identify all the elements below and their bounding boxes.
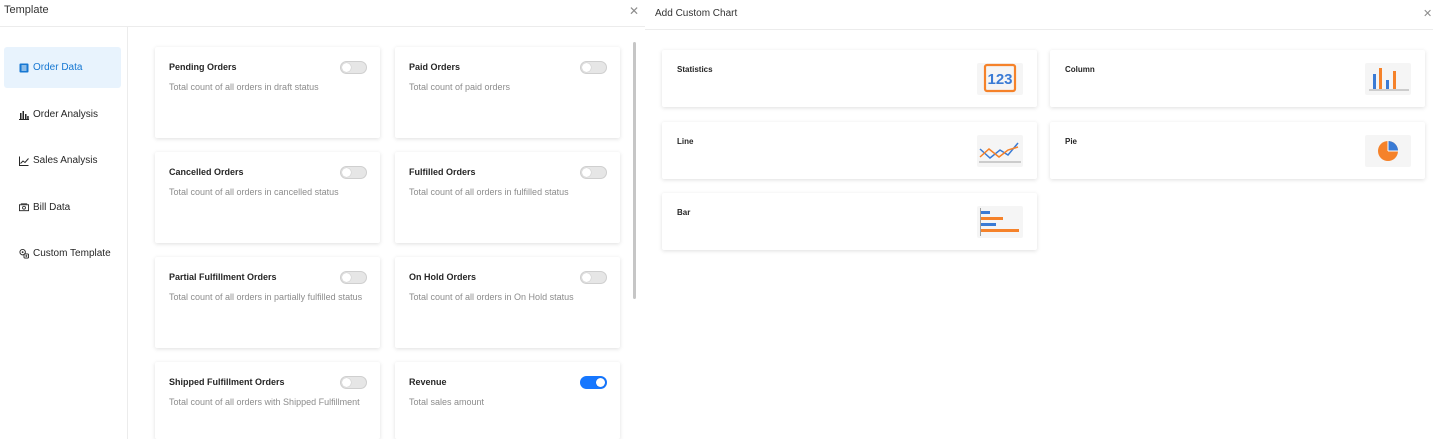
card-title: Cancelled Orders [169,167,244,177]
line-chart-icon [977,135,1023,167]
pending-orders-toggle[interactable] [340,61,367,74]
template-panel: Template ✕ Order Data Order Analysis Sal… [0,0,645,439]
add-custom-chart-panel: Add Custom Chart ✕ Statistics 123 Column… [645,0,1433,439]
sidebar-item-order-analysis[interactable]: Order Analysis [4,94,121,135]
add-custom-chart-header: Add Custom Chart ✕ [645,0,1433,30]
card-description: Total count of paid orders [409,82,511,92]
cancelled-orders-toggle[interactable] [340,166,367,179]
sidebar-item-label: Sales Analysis [33,155,98,166]
card-title: Revenue [409,377,447,387]
statistics-icon-text: 123 [987,71,1012,88]
chart-option-label: Statistics [677,65,713,74]
chart-option-statistics[interactable]: Statistics 123 [662,50,1037,107]
pie-chart-icon [1365,135,1411,167]
toggle-knob [342,63,351,72]
sidebar-item-bill-data[interactable]: Bill Data [4,187,121,228]
card-description: Total count of all orders in partially f… [169,292,363,302]
card-title: On Hold Orders [409,272,477,282]
toggle-knob [582,168,591,177]
template-card-on-hold-orders: On Hold Orders Total count of all orders… [395,257,620,348]
statistics-123-icon: 123 [977,63,1023,95]
line-chart-icon [19,156,29,166]
card-title: Pending Orders [169,62,237,72]
toggle-knob [342,273,351,282]
card-description: Total count of all orders in On Hold sta… [409,292,574,302]
chart-option-label: Line [677,137,694,146]
template-header: Template ✕ [0,0,645,27]
template-card-paid-orders: Paid Orders Total count of paid orders [395,47,620,138]
template-card-grid: Pending Orders Total count of all orders… [127,27,637,439]
sidebar-item-order-data[interactable]: Order Data [4,47,121,88]
bill-icon [19,203,29,213]
template-card-pending-orders: Pending Orders Total count of all orders… [155,47,380,138]
toggle-knob [342,378,351,387]
card-title: Fulfilled Orders [409,167,476,177]
chart-option-pie[interactable]: Pie [1050,122,1425,179]
bar-chart-icon [19,110,29,120]
chart-option-line[interactable]: Line [662,122,1037,179]
sidebar-item-label: Bill Data [33,202,71,213]
partial-fulfillment-orders-toggle[interactable] [340,271,367,284]
sidebar-item-custom-template[interactable]: Custom Template [4,233,121,274]
paid-orders-toggle[interactable] [580,61,607,74]
toggle-knob [596,378,605,387]
column-chart-icon [1365,63,1411,95]
fulfilled-orders-toggle[interactable] [580,166,607,179]
chart-option-label: Bar [677,208,691,217]
card-description: Total count of all orders in cancelled s… [169,187,339,197]
template-title: Template [4,4,49,16]
toggle-knob [582,273,591,282]
toggle-knob [342,168,351,177]
card-description: Total count of all orders in draft statu… [169,82,319,92]
revenue-toggle[interactable] [580,376,607,389]
chart-option-label: Column [1065,65,1095,74]
add-custom-chart-title: Add Custom Chart [655,8,738,19]
card-title: Paid Orders [409,62,461,72]
template-card-fulfilled-orders: Fulfilled Orders Total count of all orde… [395,152,620,243]
sidebar-item-sales-analysis[interactable]: Sales Analysis [4,140,121,181]
list-icon [19,63,29,73]
card-title: Shipped Fulfillment Orders [169,377,285,387]
card-title: Partial Fulfillment Orders [169,272,277,282]
toggle-knob [582,63,591,72]
template-sidebar: Order Data Order Analysis Sales Analysis… [0,27,128,439]
custom-template-icon [19,248,29,259]
sidebar-item-label: Custom Template [33,248,111,259]
chart-option-column[interactable]: Column [1050,50,1425,107]
template-card-shipped-fulfillment-orders: Shipped Fulfillment Orders Total count o… [155,362,380,439]
sidebar-item-label: Order Data [33,62,83,73]
bar-chart-icon [977,206,1023,238]
template-card-cancelled-orders: Cancelled Orders Total count of all orde… [155,152,380,243]
card-description: Total count of all orders in fulfilled s… [409,187,569,197]
on-hold-orders-toggle[interactable] [580,271,607,284]
chart-option-bar[interactable]: Bar [662,193,1037,250]
chart-option-label: Pie [1065,137,1078,146]
template-close-icon[interactable]: ✕ [629,5,639,17]
card-description: Total count of all orders with Shipped F… [169,397,360,407]
template-card-revenue: Revenue Total sales amount [395,362,620,439]
sidebar-item-label: Order Analysis [33,109,99,120]
add-custom-chart-close-icon[interactable]: ✕ [1423,8,1432,20]
cards-scrollbar[interactable] [633,42,636,299]
card-description: Total sales amount [409,397,485,407]
shipped-fulfillment-orders-toggle[interactable] [340,376,367,389]
template-card-partial-fulfillment-orders: Partial Fulfillment Orders Total count o… [155,257,380,348]
